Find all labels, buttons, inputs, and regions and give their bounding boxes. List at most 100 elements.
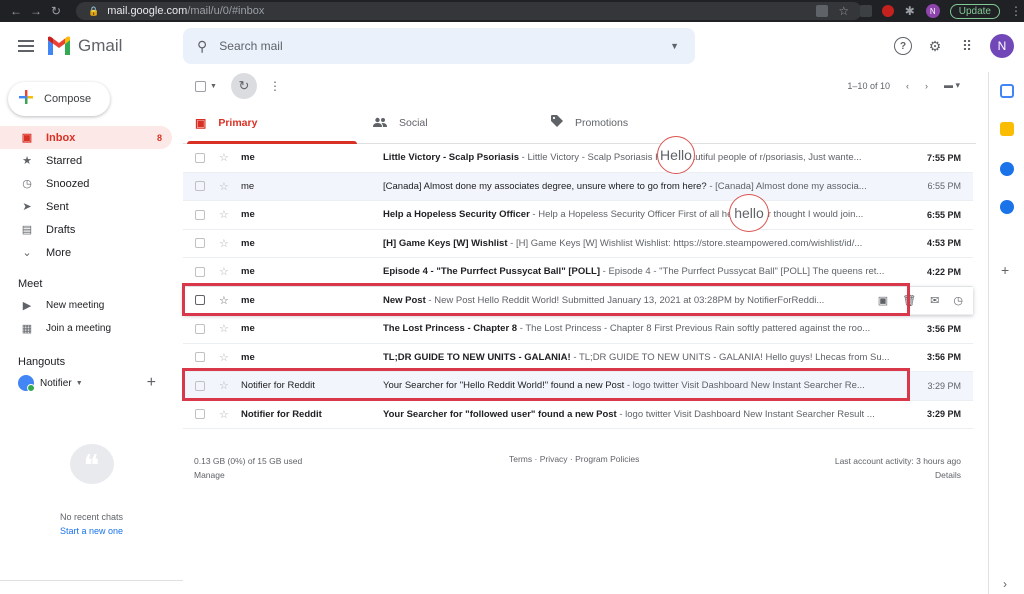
mail-list-area: ▼ ↻ ⋮ 1–10 of 10 ‹ › ▬ ▾ ▣ Primary Socia… [182, 72, 976, 594]
star-icon[interactable]: ☆ [219, 351, 231, 364]
chevron-down-icon: ⌄ [22, 247, 32, 259]
main-menu-icon[interactable] [18, 40, 34, 52]
eye-icon[interactable] [815, 5, 828, 17]
email-time: 4:53 PM [926, 238, 961, 249]
email-row[interactable]: ☆ me [H] Game Keys [W] Wishlist - [H] Ga… [183, 229, 973, 258]
search-icon[interactable]: ⚲ [197, 38, 207, 55]
email-row[interactable]: ☆ me TL;DR GUIDE TO NEW UNITS - GALANIA!… [183, 343, 973, 372]
star-icon[interactable]: ☆ [219, 208, 231, 221]
row-checkbox[interactable] [195, 380, 205, 391]
sidebar-item-more[interactable]: ⌄ More [0, 241, 172, 264]
status-caret-icon[interactable]: ▼ [76, 380, 83, 387]
star-icon[interactable]: ☆ [219, 408, 231, 421]
lock-icon: 🔒 [88, 5, 100, 16]
calendar-icon[interactable] [1000, 84, 1014, 98]
archive-icon[interactable]: ▣ [878, 294, 888, 307]
new-meeting-button[interactable]: ▶ New meeting [0, 294, 172, 317]
email-row[interactable]: ☆ me Episode 4 - "The Purrfect Pussycat … [183, 258, 973, 287]
sidebar-item-inbox[interactable]: ▣ Inbox 8 [0, 126, 172, 149]
select-all-checkbox[interactable] [195, 80, 206, 92]
sidebar-item-drafts[interactable]: ▤ Drafts [0, 218, 172, 241]
address-bar[interactable]: 🔒 mail.google.com/mail/u/0/#inbox [76, 2, 862, 20]
star-icon[interactable]: ☆ [219, 322, 231, 335]
email-content: Episode 4 - "The Purrfect Pussycat Ball"… [383, 266, 895, 277]
star-icon[interactable]: ☆ [219, 151, 231, 164]
email-row[interactable]: ☆ Notifier for Reddit Your Searcher for … [183, 372, 973, 401]
star-icon[interactable]: ☆ [219, 379, 231, 392]
mark-unread-envelope-icon[interactable]: ✉ [930, 294, 939, 307]
sidebar-item-starred[interactable]: ★ Starred [0, 149, 172, 172]
email-row[interactable]: ☆ Notifier for Reddit Your Searcher for … [183, 400, 973, 429]
email-sender: me [241, 152, 255, 164]
keep-icon[interactable] [1000, 122, 1014, 136]
keyboard-input-icon[interactable]: ▬ ▾ [944, 80, 960, 91]
prev-page-icon[interactable]: ‹ [906, 81, 909, 91]
row-checkbox[interactable] [195, 152, 205, 163]
details-link[interactable]: Details [835, 468, 961, 482]
search-bar[interactable]: ⚲ Search mail ▼ [183, 28, 695, 64]
bookmark-star-icon[interactable]: ☆ [838, 4, 850, 18]
next-page-icon[interactable]: › [925, 81, 928, 91]
row-checkbox[interactable] [195, 295, 205, 306]
manage-storage-link[interactable]: Manage [194, 468, 302, 482]
star-icon[interactable]: ☆ [219, 294, 231, 307]
sidebar-item-snoozed[interactable]: ◷ Snoozed [0, 172, 172, 195]
add-chat-plus-icon[interactable]: + [147, 374, 156, 392]
email-row[interactable]: ☆ me Little Victory - Scalp Psoriasis - … [183, 144, 973, 173]
contacts-icon[interactable] [1000, 200, 1014, 214]
hangouts-user[interactable]: Notifier ▼ + [0, 372, 172, 394]
row-checkbox[interactable] [195, 181, 205, 192]
star-icon[interactable]: ☆ [219, 180, 231, 193]
row-checkbox[interactable] [195, 323, 205, 334]
gmail-logo[interactable]: Gmail [46, 36, 122, 56]
reload-icon[interactable]: ↻ [46, 4, 66, 18]
search-options-icon[interactable]: ▼ [670, 41, 679, 51]
row-checkbox[interactable] [195, 352, 205, 363]
tab-promotions[interactable]: Promotions [539, 102, 717, 143]
back-icon[interactable]: ← [6, 4, 26, 18]
help-icon[interactable]: ? [894, 37, 912, 55]
tab-primary[interactable]: ▣ Primary [183, 102, 361, 144]
email-content: New Post - New Post Hello Reddit World! … [383, 295, 861, 306]
join-meeting-button[interactable]: ▦ Join a meeting [0, 317, 172, 340]
row-checkbox[interactable] [195, 209, 205, 220]
email-row[interactable]: ☆ me [Canada] Almost done my associates … [183, 172, 973, 201]
expand-panel-chevron-icon[interactable]: › [1003, 577, 1007, 591]
tab-label: Social [399, 116, 428, 129]
add-addon-plus-icon[interactable]: + [1001, 262, 1009, 278]
email-subject: New Post [383, 294, 426, 306]
browser-profile-avatar[interactable]: N [925, 4, 940, 18]
select-caret-icon[interactable]: ▼ [210, 83, 217, 90]
extension-red-icon[interactable] [881, 5, 894, 17]
puzzle-icon[interactable]: ✱ [904, 4, 916, 18]
star-icon[interactable]: ☆ [219, 265, 231, 278]
email-row-hovered[interactable]: ☆ me New Post - New Post Hello Reddit Wo… [183, 286, 973, 315]
email-subject: Help a Hopeless Security Officer [383, 209, 530, 221]
sidebar-item-sent[interactable]: ➤ Sent [0, 195, 172, 218]
row-checkbox[interactable] [195, 266, 205, 277]
more-options-icon[interactable]: ⋮ [269, 79, 281, 93]
account-avatar[interactable]: N [990, 34, 1014, 58]
email-row[interactable]: ☆ me The Lost Princess - Chapter 8 - The… [183, 315, 973, 344]
refresh-icon[interactable]: ↻ [230, 73, 257, 99]
row-checkbox[interactable] [195, 409, 205, 420]
snooze-clock-icon[interactable]: ◷ [953, 294, 963, 307]
start-chat-link[interactable]: Start a new one [0, 526, 183, 536]
settings-gear-icon[interactable]: ⚙ [926, 37, 944, 55]
email-sender: me [241, 266, 255, 278]
star-icon[interactable]: ☆ [219, 237, 231, 250]
browser-menu-icon[interactable]: ⋮ [1010, 4, 1022, 18]
compose-button[interactable]: Compose [8, 82, 110, 116]
extension-icon[interactable] [859, 5, 872, 17]
row-checkbox[interactable] [195, 238, 205, 249]
policy-links[interactable]: Terms · Privacy · Program Policies [509, 454, 639, 464]
apps-grid-icon[interactable]: ⠿ [958, 37, 976, 55]
tab-social[interactable]: Social [361, 102, 539, 143]
tasks-icon[interactable] [1000, 162, 1014, 176]
search-input[interactable]: Search mail [219, 39, 282, 53]
update-button[interactable]: Update [949, 3, 1000, 19]
email-subject: [Canada] Almost done my associates degre… [383, 180, 707, 192]
delete-trash-icon[interactable]: 🗑 [902, 294, 916, 307]
email-row[interactable]: ☆ me Help a Hopeless Security Officer - … [183, 201, 973, 230]
forward-icon[interactable]: → [26, 4, 46, 18]
